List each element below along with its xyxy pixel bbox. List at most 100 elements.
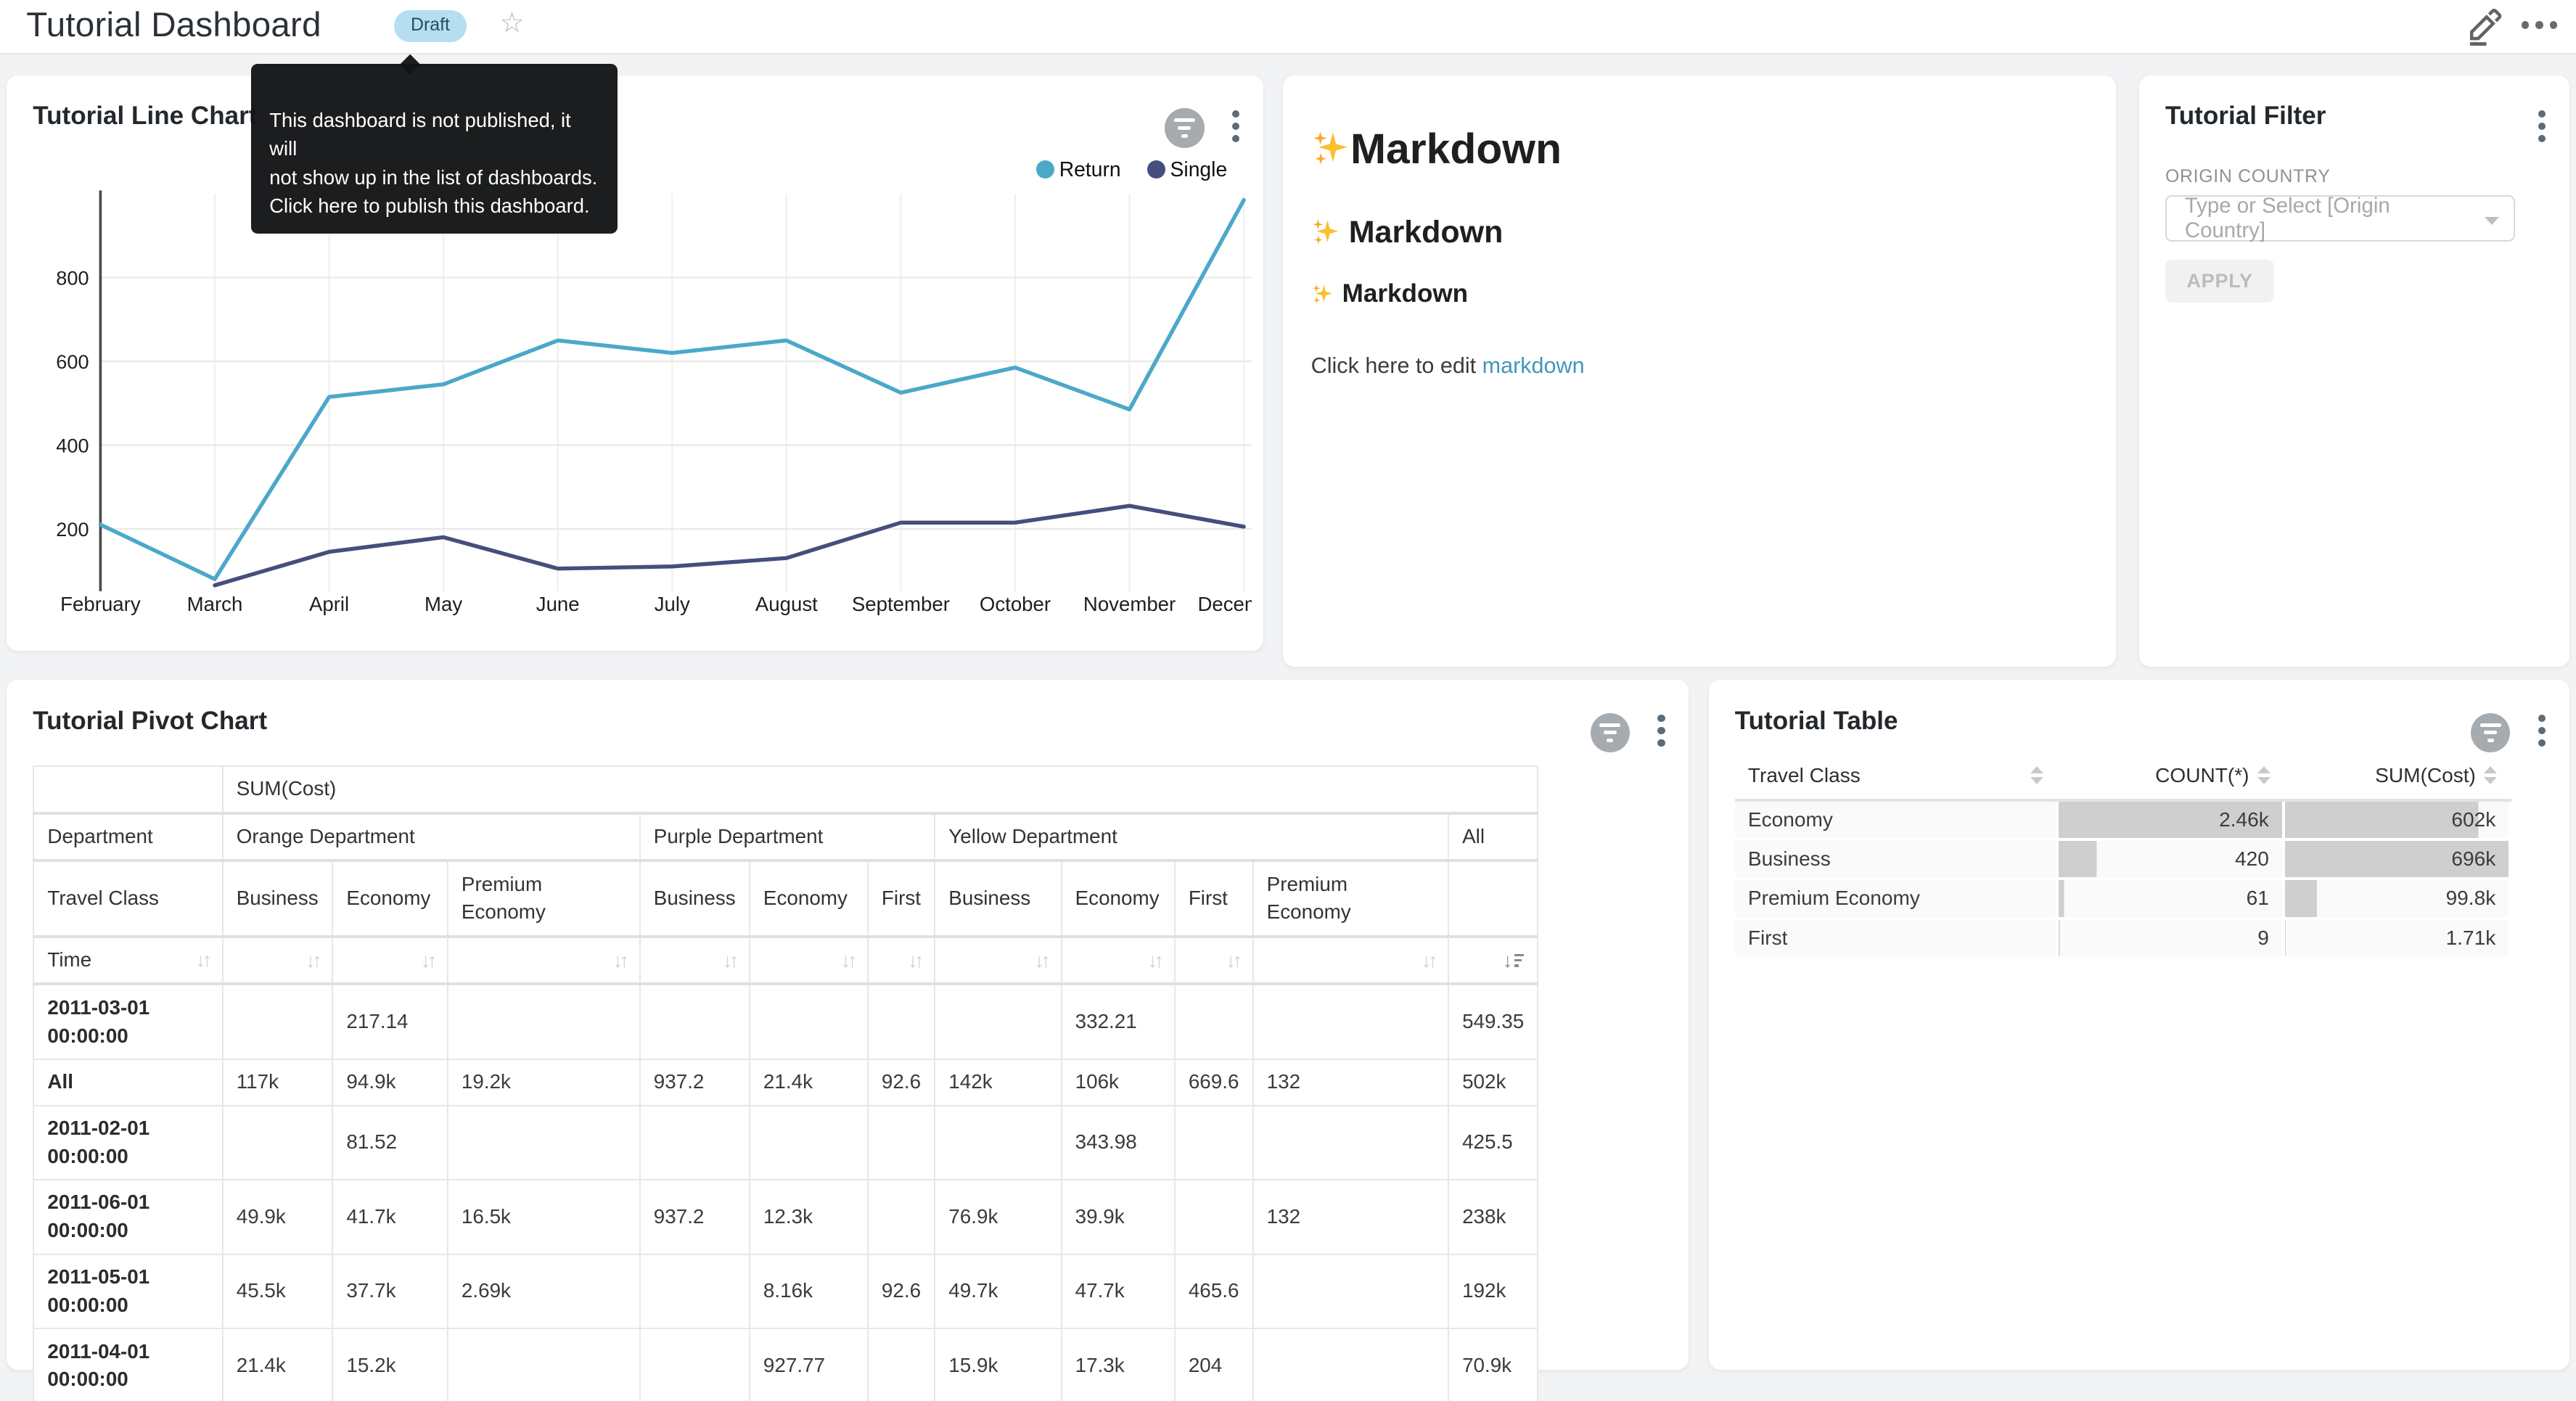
pivot-cell: 132 [1253,1059,1448,1106]
sparkles-icon [1311,129,1350,168]
sort-icon[interactable]: ↓↑ [1422,947,1435,974]
pivot-row-label: 2011-03-01 00:00:00 [33,984,222,1059]
origin-country-select[interactable]: Type or Select [Origin Country] [2165,195,2515,241]
filter-indicator-icon[interactable] [1591,713,1630,752]
pivot-metric-row: SUM(Cost) [33,766,1538,813]
table-row: Business420696k [1735,839,2511,879]
pivot-cell: 92.6 [868,1059,935,1106]
pivot-cell [1253,984,1448,1059]
publish-tooltip[interactable]: This dashboard is not published, it will… [251,64,618,233]
pivot-cell: 502k [1448,1059,1538,1106]
more-actions-icon[interactable] [2522,21,2557,28]
pivot-cell: 81.52 [332,1106,447,1180]
sort-icon[interactable]: ↓↑ [841,947,854,974]
pivot-time-dimension: Time↓↑ [33,937,222,985]
pivot-data-row: 2011-03-01 00:00:00217.14332.21549.35 [33,984,1538,1059]
markdown-h3: Markdown [1311,279,2090,308]
table-header-row: Travel ClassCOUNT(*)SUM(Cost) [1735,755,2511,800]
sort-icon[interactable]: ↓↑ [195,946,208,974]
dashboard-header: Tutorial Dashboard Draft ☆ [0,0,2576,54]
svg-text:200: 200 [56,518,89,541]
filter-indicator-icon[interactable] [1165,108,1204,147]
pivot-cell: 21.4k [223,1328,333,1401]
cell-sum: 99.8k [2284,879,2510,918]
pivot-cell [1253,1328,1448,1401]
pivot-row-label: 2011-06-01 00:00:00 [33,1180,222,1254]
svg-text:August: August [755,593,818,615]
pivot-cell: 669.6 [1175,1059,1253,1106]
column-sorter-icon[interactable] [2257,766,2271,784]
panel-tutorial-pivot-chart: Tutorial Pivot Chart SUM(Cost)Department… [7,680,1689,1370]
panel-markdown: Markdown Markdown Markdown Click here to… [1283,75,2116,667]
pivot-cell [448,1106,640,1180]
pivot-cell [448,1328,640,1401]
legend-item-return[interactable]: Return [1036,157,1121,181]
svg-text:November: November [1083,593,1176,615]
line-chart[interactable]: 200400600800FebruaryMarchAprilMayJuneJul… [23,187,1252,630]
sort-icon[interactable]: ↓↑ [723,947,736,974]
legend-dot-icon [1147,160,1165,178]
legend-item-single[interactable]: Single [1147,157,1227,181]
panel-tutorial-table: Tutorial Table Travel ClassCOUNT(*)SUM(C… [1709,680,2569,1370]
column-sorter-icon[interactable] [2484,766,2497,784]
filter-indicator-icon[interactable] [2471,713,2510,752]
sort-icon[interactable]: ↓↑ [1034,947,1047,974]
chart-menu-kebab-icon[interactable] [1657,715,1665,747]
data-table: Travel ClassCOUNT(*)SUM(Cost)Economy2.46… [1735,755,2512,958]
select-placeholder: Type or Select [Origin Country] [2185,194,2474,243]
pivot-group-header: Purple Department [640,813,935,861]
pivot-class-header: First [868,860,935,937]
pivot-row-label: All [33,1059,222,1106]
cell-sum: 602k [2284,800,2510,839]
pivot-sort-row: Time↓↑↓↑↓↑↓↑↓↑↓↑↓↑↓↑↓↑↓↑↓↑↓ [33,937,1538,985]
filter-menu-kebab-icon[interactable] [2538,110,2546,142]
pivot-cell: 21.4k [750,1059,868,1106]
markdown-edit-link[interactable]: markdown [1482,353,1585,378]
svg-text:800: 800 [56,267,89,289]
chart-menu-kebab-icon[interactable] [2538,715,2546,747]
pivot-cell: 927.77 [750,1328,868,1401]
dashboard-app: Tutorial Dashboard Draft ☆ This dashboar… [0,0,2576,1401]
edit-pencil-icon[interactable] [2464,7,2503,46]
pivot-metric-label: SUM(Cost) [223,766,1538,813]
sort-icon[interactable]: ↓↑ [612,947,625,974]
pivot-cell [868,1106,935,1180]
pivot-cell: 19.2k [448,1059,640,1106]
pivot-cell: 192k [1448,1254,1538,1329]
chart-menu-kebab-icon[interactable] [1232,110,1240,142]
markdown-content: Markdown Markdown Markdown Click here to… [1311,125,2090,378]
legend-dot-icon [1036,160,1054,178]
pivot-cell: 15.9k [935,1328,1061,1401]
line-chart-legend: Return Single [1036,157,1227,181]
pivot-cell [1175,984,1253,1059]
pivot-row-label: 2011-02-01 00:00:00 [33,1106,222,1180]
col-header-count[interactable]: COUNT(*) [2057,755,2284,800]
svg-text:February: February [60,593,141,615]
sort-icon[interactable]: ↓↑ [908,947,921,974]
svg-text:May: May [424,593,462,615]
sort-icon[interactable]: ↓↑ [1226,947,1239,974]
sort-desc-icon[interactable]: ↓ [1503,947,1524,974]
sort-icon[interactable]: ↓↑ [305,947,319,974]
sort-icon[interactable]: ↓↑ [1147,947,1160,974]
panel-tutorial-filter: Tutorial Filter ORIGIN COUNTRY Type or S… [2139,75,2569,667]
pivot-cell [640,1328,750,1401]
pivot-cell: 217.14 [332,984,447,1059]
panel-tutorial-line-chart: Tutorial Line Chart ReturnSingle 2004006… [7,75,1263,650]
apply-button[interactable]: APPLY [2165,260,2274,303]
draft-status-badge[interactable]: Draft [394,10,466,43]
table-row: First91.71k [1735,919,2511,958]
column-sorter-icon[interactable] [2030,766,2043,784]
pivot-cell [640,984,750,1059]
tooltip-arrow [399,54,420,75]
pivot-cell [1175,1180,1253,1254]
favorite-star-icon[interactable]: ☆ [499,7,525,39]
col-header-travel-class[interactable]: Travel Class [1735,755,2057,800]
cell-travel-class: First [1735,919,2057,958]
pivot-title: Tutorial Pivot Chart [33,707,267,736]
cell-sum: 1.71k [2284,919,2510,958]
col-header-sum-cost[interactable]: SUM(Cost) [2284,755,2510,800]
pivot-cell: 937.2 [640,1180,750,1254]
pivot-cell: 37.7k [332,1254,447,1329]
sort-icon[interactable]: ↓↑ [421,947,434,974]
